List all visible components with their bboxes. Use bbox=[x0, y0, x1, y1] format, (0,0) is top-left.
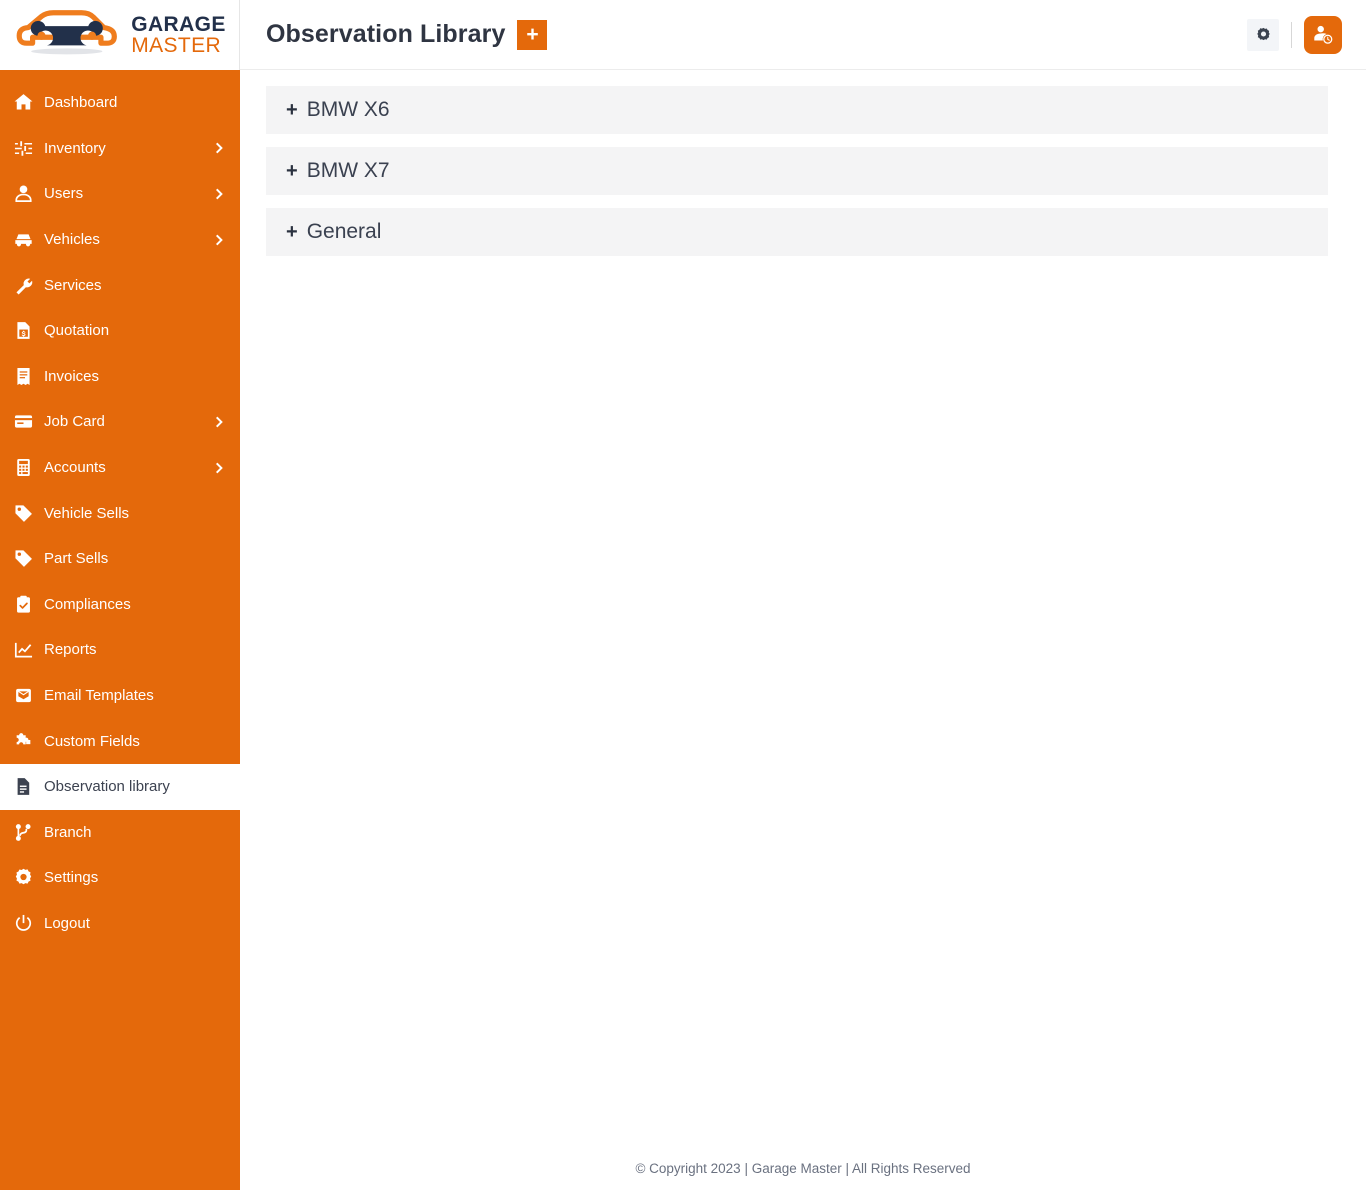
brand-line-1: GARAGE bbox=[131, 12, 226, 36]
accordion-item[interactable]: + BMW X7 bbox=[266, 147, 1328, 195]
copyright-text: © Copyright 2023 | Garage Master | All R… bbox=[635, 1160, 971, 1176]
tag-icon bbox=[14, 503, 40, 523]
sidebar-item-job-card[interactable]: Job Card bbox=[0, 399, 240, 445]
footer: © Copyright 2023 | Garage Master | All R… bbox=[240, 1146, 1366, 1190]
tag-icon bbox=[14, 549, 40, 569]
calculator-icon bbox=[14, 458, 40, 478]
id-card-icon bbox=[14, 412, 40, 432]
receipt-icon bbox=[14, 366, 40, 386]
sidebar-item-branch[interactable]: Branch bbox=[0, 810, 240, 856]
sidebar-item-label: Job Card bbox=[44, 413, 105, 431]
sidebar-nav: Dashboard Inventory Users Vehicles Services Q… bbox=[0, 70, 240, 1190]
sidebar-item-logout[interactable]: Logout bbox=[0, 901, 240, 947]
sidebar-item-label: Branch bbox=[44, 823, 92, 841]
topbar-divider bbox=[1291, 21, 1292, 48]
accordion-label: BMW X6 bbox=[306, 98, 390, 121]
sidebar-item-label: Part Sells bbox=[44, 550, 109, 568]
chevron-right-icon bbox=[214, 142, 226, 154]
sidebar-item-label: Email Templates bbox=[44, 687, 154, 705]
sidebar-item-part-sells[interactable]: Part Sells bbox=[0, 536, 240, 582]
car-wrench-logo-icon bbox=[16, 10, 118, 55]
sidebar-item-label: Compliances bbox=[44, 595, 131, 613]
page-title: Observation Library bbox=[266, 20, 506, 48]
brand-wordmark: GARAGE MASTER bbox=[131, 12, 226, 57]
sidebar-item-reports[interactable]: Reports bbox=[0, 627, 240, 673]
sidebar-item-users[interactable]: Users bbox=[0, 171, 240, 217]
code-branch-icon bbox=[14, 822, 40, 842]
sliders-icon bbox=[14, 138, 40, 158]
power-off-icon bbox=[14, 913, 40, 933]
sidebar-item-invoices[interactable]: Invoices bbox=[0, 354, 240, 400]
profile-button[interactable] bbox=[1304, 15, 1342, 54]
file-lines-icon bbox=[14, 777, 40, 797]
brand-logo-block[interactable]: GARAGE MASTER bbox=[0, 0, 240, 70]
clipboard-check-icon bbox=[14, 594, 40, 614]
sidebar-item-label: Invoices bbox=[44, 367, 100, 385]
app-root: GARAGE MASTER Dashboard Inventory Users Veh… bbox=[0, 0, 1366, 1190]
topbar-actions bbox=[1247, 15, 1342, 54]
sidebar-item-vehicles[interactable]: Vehicles bbox=[0, 217, 240, 263]
sidebar-item-label: Accounts bbox=[44, 459, 106, 477]
sidebar: GARAGE MASTER Dashboard Inventory Users Veh… bbox=[0, 0, 240, 1190]
observation-accordion-list: + BMW X6 + BMW X7 + General bbox=[240, 70, 1366, 1146]
brand-line-2: MASTER bbox=[131, 34, 222, 57]
sidebar-item-dashboard[interactable]: Dashboard bbox=[0, 80, 240, 126]
chevron-right-icon bbox=[214, 462, 226, 474]
sidebar-item-email-templates[interactable]: Email Templates bbox=[0, 673, 240, 719]
main-area: Observation Library + + BMW X6 + BMW X7 … bbox=[240, 0, 1366, 1190]
accordion-item[interactable]: + General bbox=[266, 208, 1328, 256]
accordion-item[interactable]: + BMW X6 bbox=[266, 86, 1328, 134]
sidebar-item-inventory[interactable]: Inventory bbox=[0, 126, 240, 172]
sidebar-item-label: Observation library bbox=[44, 778, 170, 796]
topbar: Observation Library + bbox=[240, 0, 1366, 70]
sidebar-item-accounts[interactable]: Accounts bbox=[0, 445, 240, 491]
car-icon bbox=[14, 230, 40, 250]
sidebar-item-label: Vehicle Sells bbox=[44, 504, 130, 522]
user-icon bbox=[14, 184, 40, 204]
gear-icon bbox=[14, 868, 40, 888]
sidebar-item-custom-fields[interactable]: Custom Fields bbox=[0, 718, 240, 764]
chevron-right-icon bbox=[214, 416, 226, 428]
gear-icon bbox=[1256, 27, 1270, 41]
home-icon bbox=[14, 93, 40, 113]
chevron-right-icon bbox=[214, 188, 226, 200]
sidebar-item-label: Logout bbox=[44, 914, 90, 932]
sidebar-item-compliances[interactable]: Compliances bbox=[0, 582, 240, 628]
chart-line-icon bbox=[14, 640, 40, 660]
user-clock-icon bbox=[1314, 25, 1333, 44]
accordion-label: BMW X7 bbox=[306, 159, 390, 182]
plus-icon[interactable]: + bbox=[286, 100, 298, 120]
envelope-box-icon bbox=[14, 686, 40, 706]
file-dollar-icon bbox=[14, 321, 40, 341]
chevron-right-icon bbox=[214, 234, 226, 246]
settings-button[interactable] bbox=[1247, 18, 1279, 51]
sidebar-item-label: Services bbox=[44, 276, 102, 294]
sidebar-item-label: Settings bbox=[44, 869, 99, 887]
sidebar-item-settings[interactable]: Settings bbox=[0, 855, 240, 901]
sidebar-item-label: Vehicles bbox=[44, 231, 100, 249]
sidebar-item-observation-library[interactable]: Observation library bbox=[0, 763, 240, 810]
plus-icon[interactable]: + bbox=[286, 222, 298, 242]
sidebar-item-label: Dashboard bbox=[44, 94, 118, 112]
puzzle-piece-icon bbox=[14, 731, 40, 751]
plus-icon[interactable]: + bbox=[286, 161, 298, 181]
sidebar-item-label: Custom Fields bbox=[44, 732, 140, 750]
add-observation-button[interactable]: + bbox=[517, 19, 548, 50]
sidebar-item-label: Inventory bbox=[44, 139, 106, 157]
sidebar-item-services[interactable]: Services bbox=[0, 262, 240, 308]
accordion-label: General bbox=[306, 220, 382, 243]
sidebar-item-label: Quotation bbox=[44, 322, 110, 340]
sidebar-item-quotation[interactable]: Quotation bbox=[0, 308, 240, 354]
wrench-icon bbox=[14, 275, 40, 295]
sidebar-item-label: Reports bbox=[44, 641, 97, 659]
sidebar-item-vehicle-sells[interactable]: Vehicle Sells bbox=[0, 490, 240, 536]
sidebar-item-label: Users bbox=[44, 185, 84, 203]
